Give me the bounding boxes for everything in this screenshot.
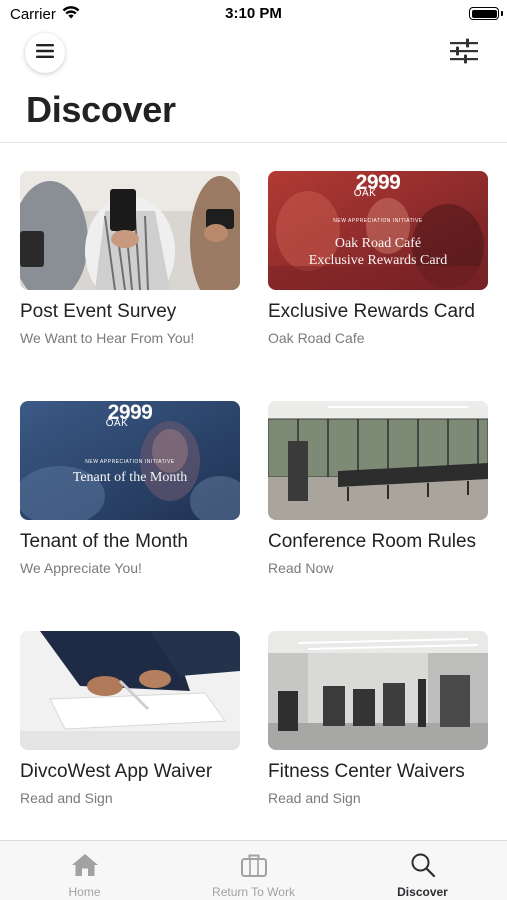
menu-button[interactable]: [25, 33, 65, 73]
card-subtitle: We Want to Hear From You!: [20, 330, 195, 346]
card-subtitle: Read and Sign: [20, 790, 113, 806]
card-subtitle: Oak Road Cafe: [268, 330, 365, 346]
card-tenant-of-the-month[interactable]: 2999 OAK NEW APPRECIATION INITIATIVE Ten…: [20, 401, 240, 576]
card-image: [268, 631, 488, 750]
card-image: [20, 631, 240, 750]
oak-logo: 2999 OAK: [20, 402, 240, 429]
tab-label: Discover: [397, 885, 448, 899]
card-divcowest-app-waiver[interactable]: DivcoWest App Waiver Read and Sign: [20, 631, 240, 806]
search-icon: [410, 852, 436, 878]
battery-nub: [501, 11, 503, 16]
card-title: Conference Room Rules: [268, 531, 477, 552]
card-image: 2999 OAK NEW APPRECIATION INITIATIVE Oak…: [268, 171, 488, 290]
card-subtitle: Read and Sign: [268, 790, 361, 806]
card-image: 2999 OAK NEW APPRECIATION INITIATIVE Ten…: [20, 401, 240, 520]
tab-label: Return To Work: [212, 885, 295, 899]
image-kicker: NEW APPRECIATION INITIATIVE: [85, 459, 175, 465]
image-kicker: NEW APPRECIATION INITIATIVE: [333, 218, 423, 224]
card-subtitle: Read Now: [268, 560, 334, 576]
page-title: Discover: [26, 89, 176, 130]
tab-bar: Home Return To Work Discover: [0, 840, 507, 900]
tab-home[interactable]: Home: [0, 841, 169, 900]
card-title: Exclusive Rewards Card: [268, 301, 475, 322]
card-title: Post Event Survey: [20, 301, 177, 322]
card-fitness-center-waivers[interactable]: Fitness Center Waivers Read and Sign: [268, 631, 488, 806]
card-title: Tenant of the Month: [20, 531, 188, 552]
status-bar: Carrier 3:10 PM: [0, 0, 507, 28]
tab-label: Home: [68, 885, 101, 899]
battery-icon: [469, 7, 499, 20]
oak-logo: 2999 OAK: [268, 172, 488, 199]
card-image: [268, 401, 488, 520]
card-exclusive-rewards[interactable]: 2999 OAK NEW APPRECIATION INITIATIVE Oak…: [268, 171, 488, 346]
card-subtitle: We Appreciate You!: [20, 560, 142, 576]
card-title: DivcoWest App Waiver: [20, 761, 213, 782]
card-title: Fitness Center Waivers: [268, 761, 465, 782]
briefcase-icon: [240, 852, 268, 878]
tab-discover[interactable]: Discover: [338, 841, 507, 900]
hamburger-icon: [36, 43, 54, 63]
image-line-1: Oak Road Café: [334, 236, 422, 251]
card-image: [20, 171, 240, 290]
header-divider: [0, 142, 507, 143]
image-line-2: Exclusive Rewards Card: [308, 253, 448, 268]
clock: 3:10 PM: [225, 5, 282, 22]
tab-return-to-work[interactable]: Return To Work: [169, 841, 338, 900]
sliders-icon: [449, 38, 479, 69]
card-conference-room-rules[interactable]: Conference Room Rules Read Now: [268, 401, 488, 576]
image-line-1: Tenant of the Month: [72, 470, 188, 485]
filter-button[interactable]: [447, 38, 481, 68]
home-icon: [71, 852, 99, 878]
card-post-event-survey[interactable]: Post Event Survey We Want to Hear From Y…: [20, 171, 240, 346]
